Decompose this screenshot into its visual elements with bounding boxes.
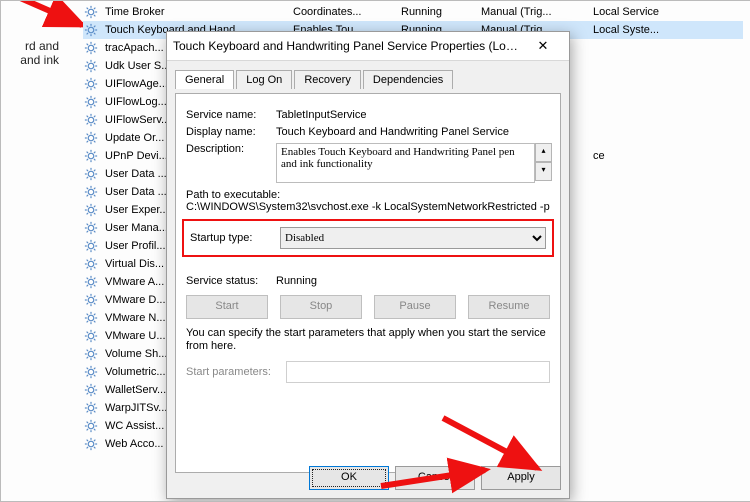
service-logon-cell: Local Service <box>589 6 697 18</box>
stop-button[interactable]: Stop <box>280 295 362 319</box>
gear-icon <box>83 4 99 20</box>
service-status-label: Service status: <box>186 275 276 287</box>
description-scroll: ▴ ▾ <box>535 143 550 181</box>
service-logon-cell: ce <box>589 150 697 162</box>
gear-icon <box>83 112 99 128</box>
gear-icon <box>83 130 99 146</box>
pause-button[interactable]: Pause <box>374 295 456 319</box>
gear-icon <box>83 328 99 344</box>
gear-icon <box>83 94 99 110</box>
gear-icon <box>83 400 99 416</box>
dialog-button-row: OK Cancel Apply <box>309 466 561 490</box>
start-params-label: Start parameters: <box>186 366 286 378</box>
close-button[interactable]: ✕ <box>523 35 563 57</box>
gear-icon <box>83 184 99 200</box>
gear-icon <box>83 148 99 164</box>
tab-logon[interactable]: Log On <box>236 70 292 89</box>
gear-icon <box>83 418 99 434</box>
dialog-title: Touch Keyboard and Handwriting Panel Ser… <box>173 39 523 53</box>
gear-icon <box>83 274 99 290</box>
service-logon-cell: Local Syste... <box>589 24 697 36</box>
service-status-value: Running <box>276 275 550 287</box>
start-params-note: You can specify the start parameters tha… <box>186 327 550 353</box>
service-name-value: TabletInputService <box>276 109 550 121</box>
service-row[interactable]: Time BrokerCoordinates...RunningManual (… <box>83 3 743 21</box>
startup-type-row-highlight: Startup type: Disabled <box>182 219 554 257</box>
gear-icon <box>83 238 99 254</box>
display-name-value: Touch Keyboard and Handwriting Panel Ser… <box>276 126 550 138</box>
gear-icon <box>83 292 99 308</box>
cancel-button[interactable]: Cancel <box>395 466 475 490</box>
tab-body-general: Service name: TabletInputService Display… <box>175 93 561 473</box>
display-name-label: Display name: <box>186 126 276 138</box>
startup-type-select[interactable]: Disabled <box>280 227 546 249</box>
service-properties-dialog: Touch Keyboard and Handwriting Panel Ser… <box>166 31 570 499</box>
startup-type-label: Startup type: <box>190 232 280 244</box>
gear-icon <box>83 310 99 326</box>
gear-icon <box>83 382 99 398</box>
start-button[interactable]: Start <box>186 295 268 319</box>
gear-icon <box>83 22 99 38</box>
screenshot-root: rd and and ink Time BrokerCoordinates...… <box>0 0 750 502</box>
apply-button[interactable]: Apply <box>481 466 561 490</box>
tab-dependencies[interactable]: Dependencies <box>363 70 453 89</box>
gear-icon <box>83 256 99 272</box>
scroll-up-icon[interactable]: ▴ <box>535 143 552 162</box>
service-name-cell: Time Broker <box>101 6 289 18</box>
ok-button[interactable]: OK <box>309 466 389 490</box>
path-value: C:\WINDOWS\System32\svchost.exe -k Local… <box>186 201 550 213</box>
tab-strip: General Log On Recovery Dependencies <box>175 69 561 93</box>
gear-icon <box>83 436 99 452</box>
tab-general[interactable]: General <box>175 70 234 89</box>
gear-icon <box>83 40 99 56</box>
gear-icon <box>83 346 99 362</box>
start-params-input <box>286 361 550 383</box>
description-label: Description: <box>186 143 276 155</box>
gear-icon <box>83 202 99 218</box>
cropped-hint-text: rd and and ink <box>3 39 59 67</box>
service-name-label: Service name: <box>186 109 276 121</box>
gear-icon <box>83 364 99 380</box>
resume-button[interactable]: Resume <box>468 295 550 319</box>
service-status-cell: Running <box>397 6 477 18</box>
gear-icon <box>83 58 99 74</box>
description-box[interactable] <box>276 143 535 183</box>
service-desc-cell: Coordinates... <box>289 6 397 18</box>
service-startup-cell: Manual (Trig... <box>477 6 589 18</box>
gear-icon <box>83 76 99 92</box>
scroll-down-icon[interactable]: ▾ <box>535 162 552 181</box>
gear-icon <box>83 166 99 182</box>
tab-recovery[interactable]: Recovery <box>294 70 360 89</box>
dialog-titlebar[interactable]: Touch Keyboard and Handwriting Panel Ser… <box>167 32 569 61</box>
gear-icon <box>83 220 99 236</box>
path-label: Path to executable: <box>186 189 550 201</box>
